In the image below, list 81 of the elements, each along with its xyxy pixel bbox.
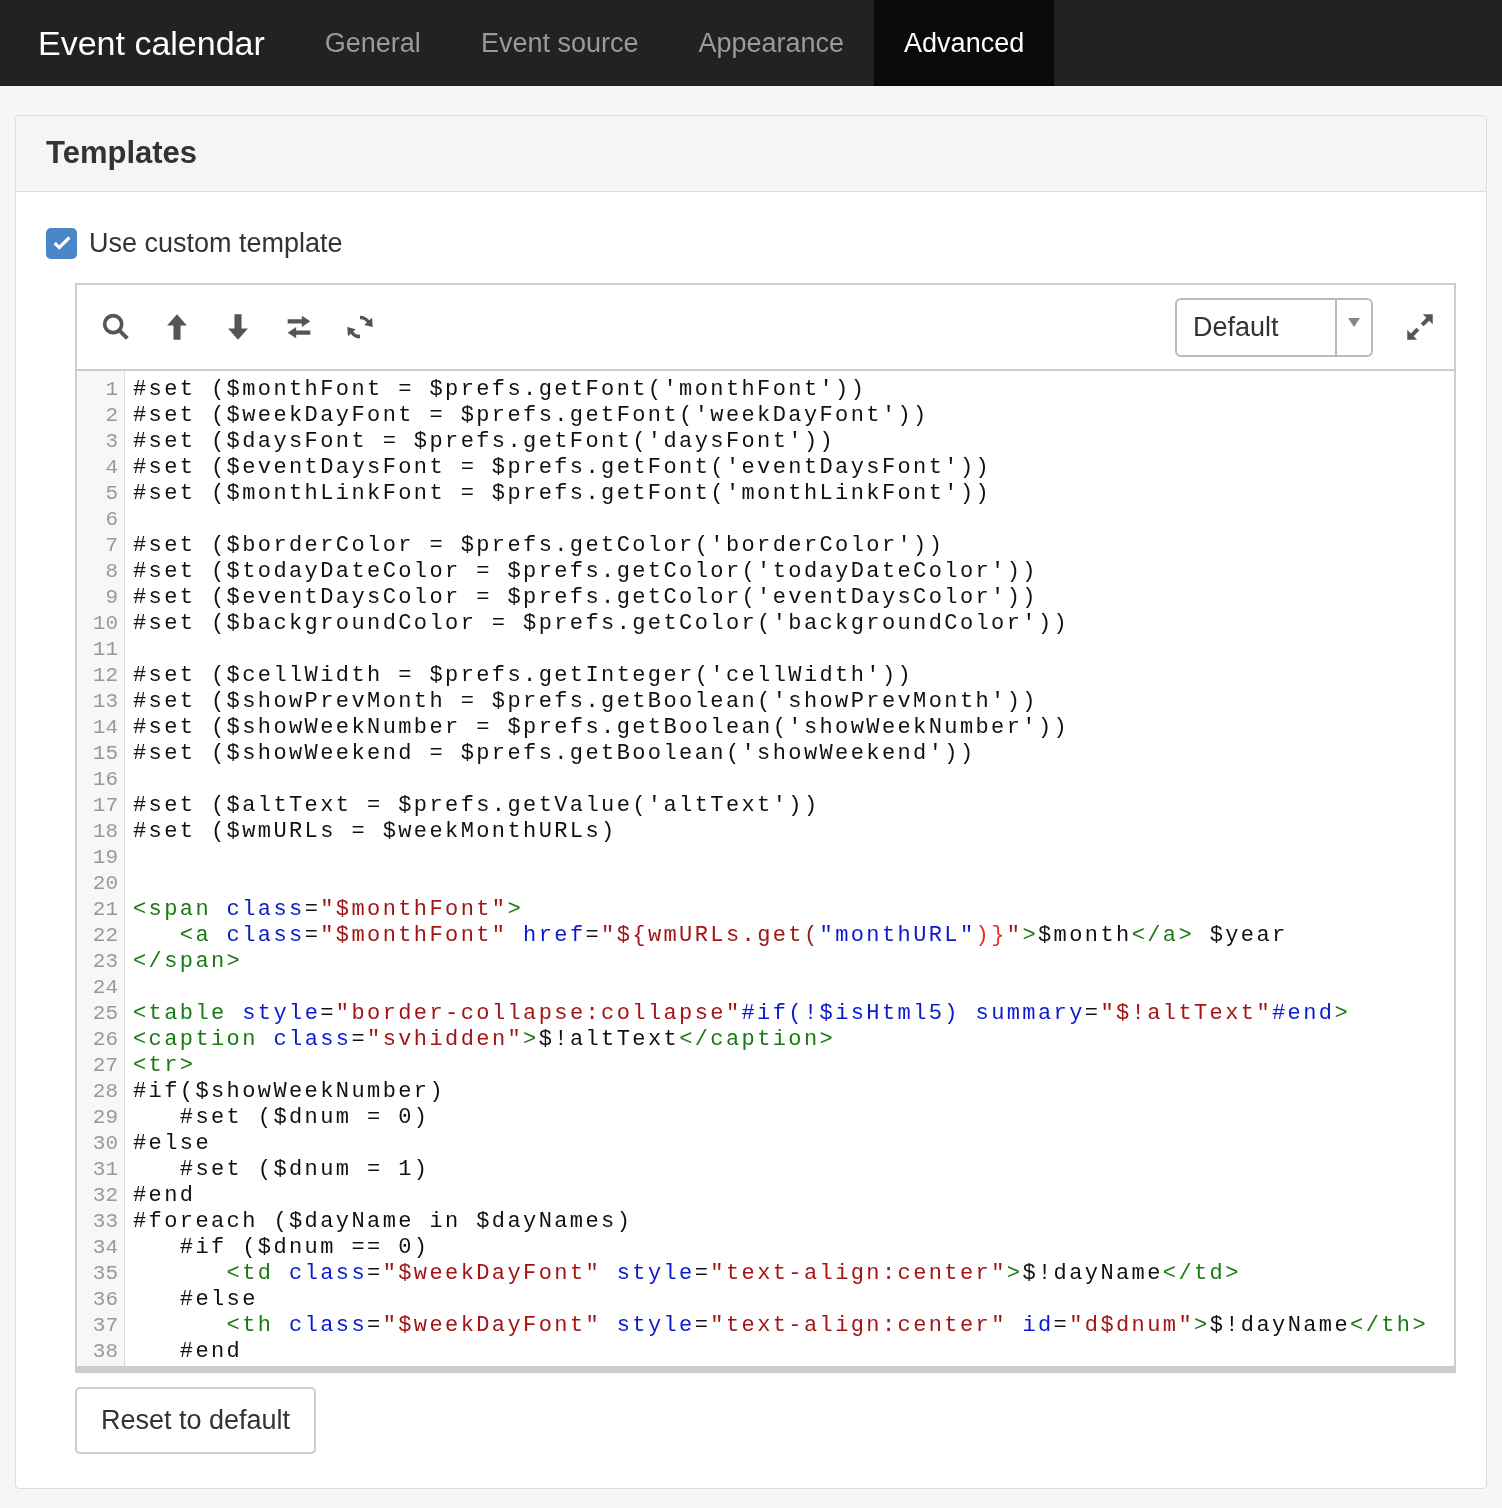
checkbox[interactable] — [46, 227, 77, 259]
code-line: </span> — [133, 949, 243, 975]
line-number: 38 — [92, 1339, 118, 1365]
code-line: #set ($backgroundColor = $prefs.getColor('backgroundColor')) — [133, 611, 1070, 637]
line-number: 3 — [105, 429, 118, 455]
code-line: #set ($dnum = 1) — [178, 1157, 430, 1183]
line-number: 36 — [92, 1287, 118, 1313]
code-line: #set ($showWeekend = $prefs.getBoolean('showWeekend')) — [133, 741, 976, 767]
tab[interactable]: Event source — [450, 0, 669, 86]
checkbox-label: Use custom template — [89, 226, 343, 260]
line-number: 12 — [92, 663, 118, 689]
line-number: 5 — [105, 481, 118, 507]
line-number: 23 — [92, 949, 118, 975]
code-line: #if($showWeekNumber) — [133, 1079, 446, 1105]
line-number: 37 — [92, 1313, 118, 1339]
line-number: 35 — [92, 1261, 118, 1287]
line-number: 28 — [92, 1079, 118, 1105]
app-title: Event calendar — [37, 22, 266, 64]
code-line: <span class="$monthFont"> — [133, 897, 524, 923]
tab[interactable]: Advanced — [874, 0, 1055, 86]
line-number: 22 — [92, 923, 118, 949]
line-number: 32 — [92, 1183, 118, 1209]
line-number: 17 — [92, 793, 118, 819]
code-line: #set ($monthLinkFont = $prefs.getFont('monthLinkFont')) — [133, 481, 992, 507]
code-line: #set ($monthFont = $prefs.getFont('monthFont')) — [133, 377, 867, 403]
line-number: 31 — [92, 1157, 118, 1183]
code-line: #set ($weekDayFont = $prefs.getFont('weekDayFont')) — [133, 403, 929, 429]
line-number: 4 — [105, 455, 118, 481]
line-number: 7 — [105, 533, 118, 559]
code-line: #set ($cellWidth = $prefs.getInteger('cellWidth')) — [133, 663, 914, 689]
tab[interactable]: Appearance — [668, 0, 875, 86]
code-line: <caption class="svhidden">$!altText</caption> — [133, 1027, 836, 1053]
line-number: 26 — [92, 1027, 118, 1053]
code-line: #set ($daysFont = $prefs.getFont('daysFont')) — [133, 429, 836, 455]
code-line: #else — [133, 1131, 211, 1157]
line-number: 34 — [92, 1235, 118, 1261]
code-line: #set ($eventDaysFont = $prefs.getFont('eventDaysFont')) — [133, 455, 992, 481]
tab[interactable]: General — [294, 0, 451, 86]
code-line: #set ($dnum = 0) — [178, 1105, 430, 1131]
line-number: 18 — [92, 819, 118, 845]
code-line: #set ($wmURLs = $weekMonthURLs) — [133, 819, 617, 845]
panel-title: Templates — [46, 134, 198, 173]
theme-select[interactable]: Default — [1175, 297, 1373, 357]
code-line: #end — [133, 1183, 196, 1209]
line-number: 29 — [92, 1105, 118, 1131]
line-number: 19 — [92, 845, 118, 871]
line-number: 33 — [92, 1209, 118, 1235]
line-number: 1 — [105, 377, 118, 403]
line-number: 9 — [105, 585, 118, 611]
code-line: <th class="$weekDayFont" style="text-align:center" id="d$dnum">$!dayName</th> — [225, 1313, 1429, 1339]
line-number: 8 — [105, 559, 118, 585]
line-number: 20 — [92, 871, 118, 897]
code-line: <a class="$monthFont" href="${wmURLs.get("monthURL")}">$month</a> $year — [178, 923, 1288, 949]
code-line: #end — [178, 1339, 243, 1365]
line-number: 15 — [92, 741, 118, 767]
code-line: <td class="$weekDayFont" style="text-align:center">$!dayName</td> — [225, 1261, 1241, 1287]
line-number: 24 — [92, 975, 118, 1001]
code-line: #set ($todayDateColor = $prefs.getColor('todayDateColor')) — [133, 559, 1038, 585]
line-number: 27 — [92, 1053, 118, 1079]
line-number: 30 — [92, 1131, 118, 1157]
code-line: #else — [178, 1287, 258, 1313]
code-line: #set ($eventDaysColor = $prefs.getColor('eventDaysColor')) — [133, 585, 1038, 611]
line-number: 10 — [92, 611, 118, 637]
caret-icon — [1348, 317, 1360, 327]
code-line: <tr> — [133, 1053, 196, 1079]
line-number: 16 — [92, 767, 118, 793]
code-line: #if ($dnum == 0) — [178, 1235, 430, 1261]
code-line: #set ($showPrevMonth = $prefs.getBoolean('showPrevMonth')) — [133, 689, 1038, 715]
reset-button[interactable]: Reset to default — [75, 1387, 317, 1454]
line-number: 6 — [105, 507, 118, 533]
code-line: <table style="border-collapse:collapse"#if(!$isHtml5) summary="$!altText"#end> — [133, 1001, 1351, 1027]
code-line: #set ($altText = $prefs.getValue('altText')) — [133, 793, 820, 819]
code-line: #foreach ($dayName in $dayNames) — [133, 1209, 633, 1235]
line-number: 13 — [92, 689, 118, 715]
line-number: 2 — [105, 403, 118, 429]
line-number: 14 — [92, 715, 118, 741]
line-number: 21 — [92, 897, 118, 923]
code-line: #set ($showWeekNumber = $prefs.getBoolean('showWeekNumber')) — [133, 715, 1070, 741]
code-line: #set ($borderColor = $prefs.getColor('borderColor')) — [133, 533, 945, 559]
line-number: 25 — [92, 1001, 118, 1027]
line-number: 11 — [92, 637, 118, 663]
